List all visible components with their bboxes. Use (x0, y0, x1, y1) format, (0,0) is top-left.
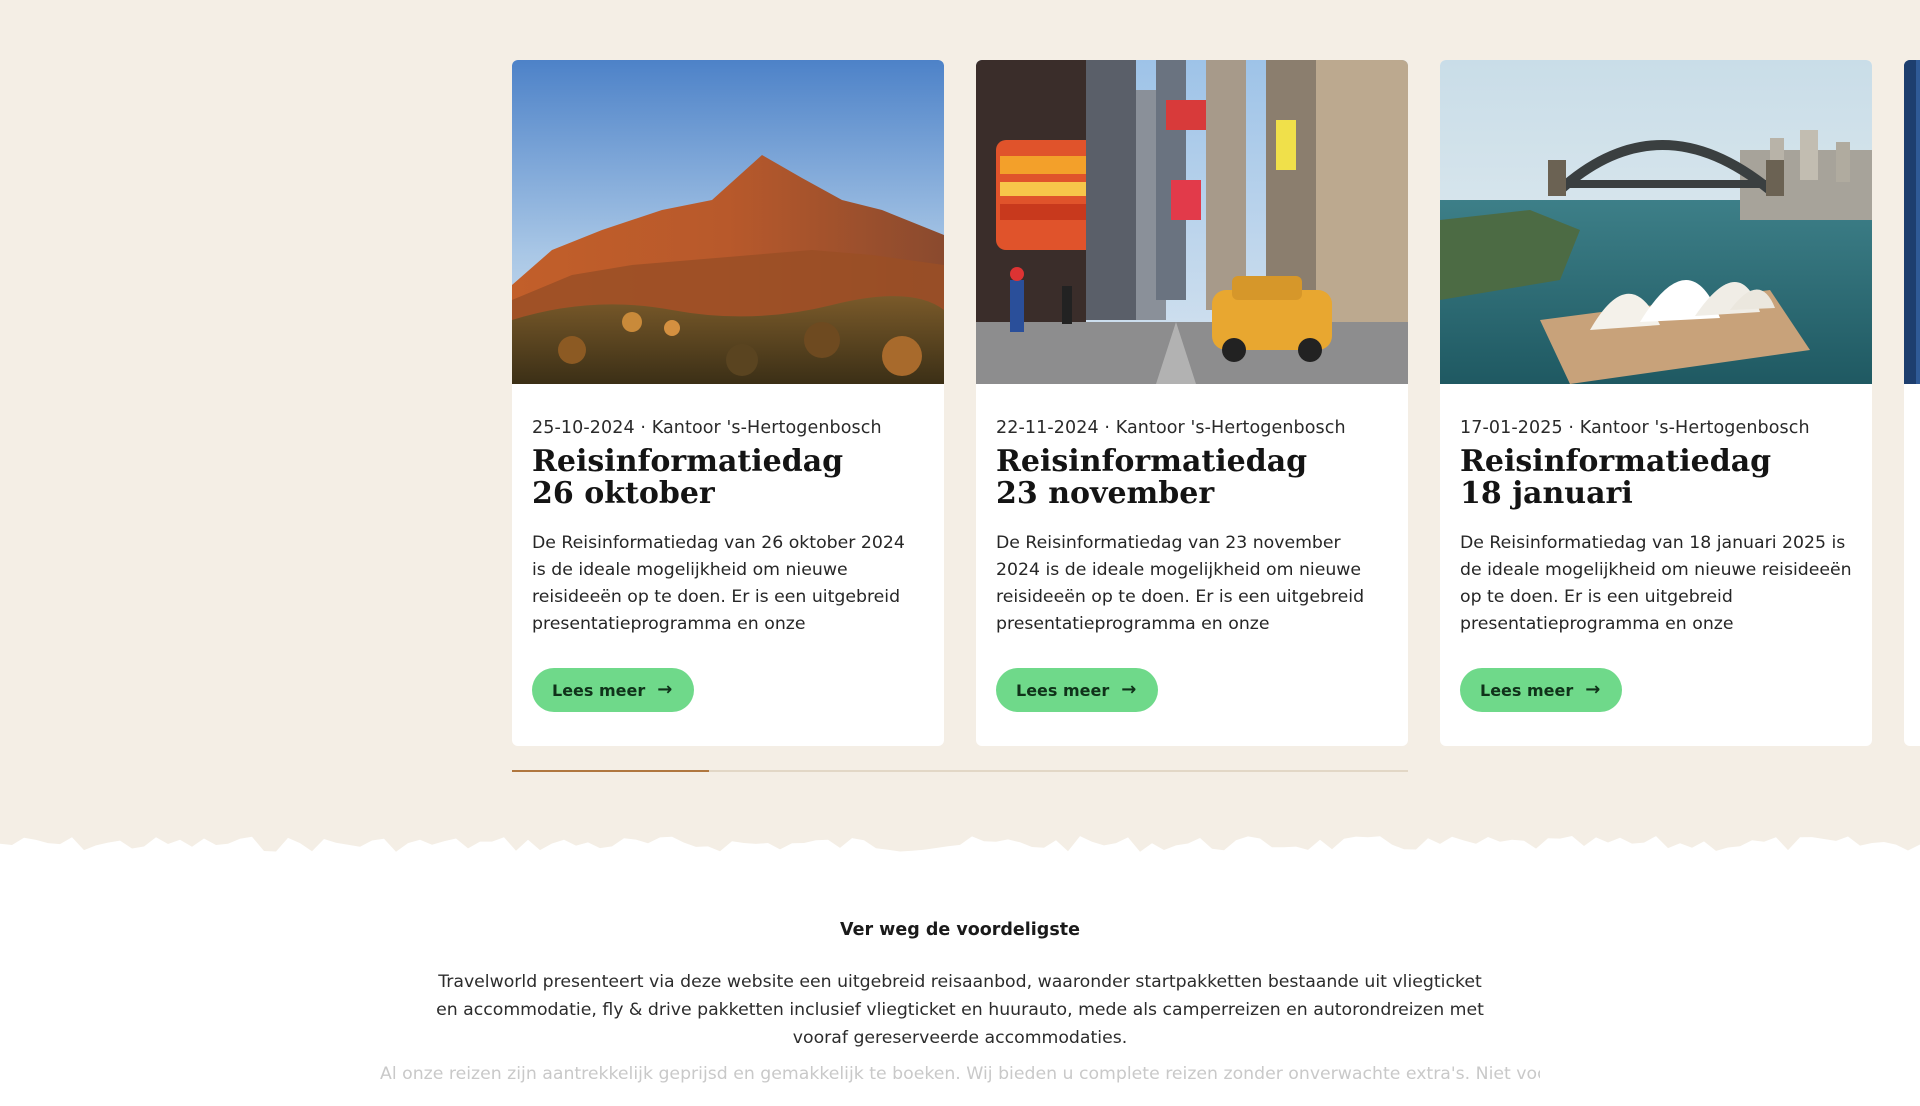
event-meta: 17-01-2025 · Kantoor 's-Hertogenbosch (1460, 418, 1810, 438)
sydney-harbour-photo[interactable] (1440, 60, 1872, 384)
event-excerpt: De Reisinformatiedag van 26 oktober 2024… (532, 533, 905, 634)
arrow-right-icon: → (657, 679, 673, 700)
intro-paragraph-faded: Al onze reizen zijn aantrekkelijk geprij… (380, 1064, 1540, 1084)
table-mountain-photo[interactable] (512, 60, 944, 384)
read-more-button[interactable]: Lees meer → (1460, 668, 1623, 712)
event-date: 17-01-2025 (1460, 418, 1563, 438)
event-location: Kantoor 's-Hertogenbosch (1115, 418, 1346, 438)
event-excerpt: De Reisinformatiedag van 18 januari 2025… (1460, 533, 1852, 634)
event-card[interactable]: 25-10-2024 · Kantoor 's-Hertogenbosch Re… (512, 60, 944, 746)
event-card-partial[interactable] (1904, 60, 1920, 746)
event-carousel: 25-10-2024 · Kantoor 's-Hertogenbosch Re… (512, 60, 1920, 746)
arrow-right-icon: → (1121, 679, 1137, 700)
event-title[interactable]: Reisinformatiedag 26 oktober (532, 446, 892, 510)
event-title[interactable]: Reisinformatiedag 23 november (996, 446, 1356, 510)
event-location: Kantoor 's-Hertogenbosch (1579, 418, 1810, 438)
read-more-label: Lees meer (552, 680, 646, 700)
carousel-progress-fill (512, 770, 710, 772)
read-more-label: Lees meer (1480, 680, 1574, 700)
read-more-button[interactable]: Lees meer → (532, 668, 695, 712)
event-location: Kantoor 's-Hertogenbosch (651, 418, 882, 438)
event-card[interactable]: 22-11-2024 · Kantoor 's-Hertogenbosch Re… (976, 60, 1408, 746)
event-card[interactable]: 17-01-2025 · Kantoor 's-Hertogenbosch Re… (1440, 60, 1872, 746)
read-more-label: Lees meer (1016, 680, 1110, 700)
intro-heading: Ver weg de voordeligste (840, 920, 1080, 940)
event-meta: 22-11-2024 · Kantoor 's-Hertogenbosch (996, 418, 1346, 438)
partial-card-photo[interactable] (1904, 60, 1920, 384)
event-excerpt: De Reisinformatiedag van 23 november 202… (996, 533, 1365, 634)
event-date: 22-11-2024 (996, 418, 1099, 438)
event-meta: 25-10-2024 · Kantoor 's-Hertogenbosch (532, 418, 882, 438)
event-title[interactable]: Reisinformatiedag 18 januari (1460, 446, 1820, 510)
intro-section: Ver weg de voordeligste Travelworld pres… (0, 858, 1920, 1106)
read-more-button[interactable]: Lees meer → (996, 668, 1159, 712)
arrow-right-icon: → (1585, 679, 1601, 700)
intro-paragraph: Travelworld presenteert via deze website… (436, 972, 1484, 1048)
event-date: 25-10-2024 (532, 418, 635, 438)
new-york-street-photo[interactable] (976, 60, 1408, 384)
carousel-progress-bar[interactable] (512, 770, 1408, 772)
